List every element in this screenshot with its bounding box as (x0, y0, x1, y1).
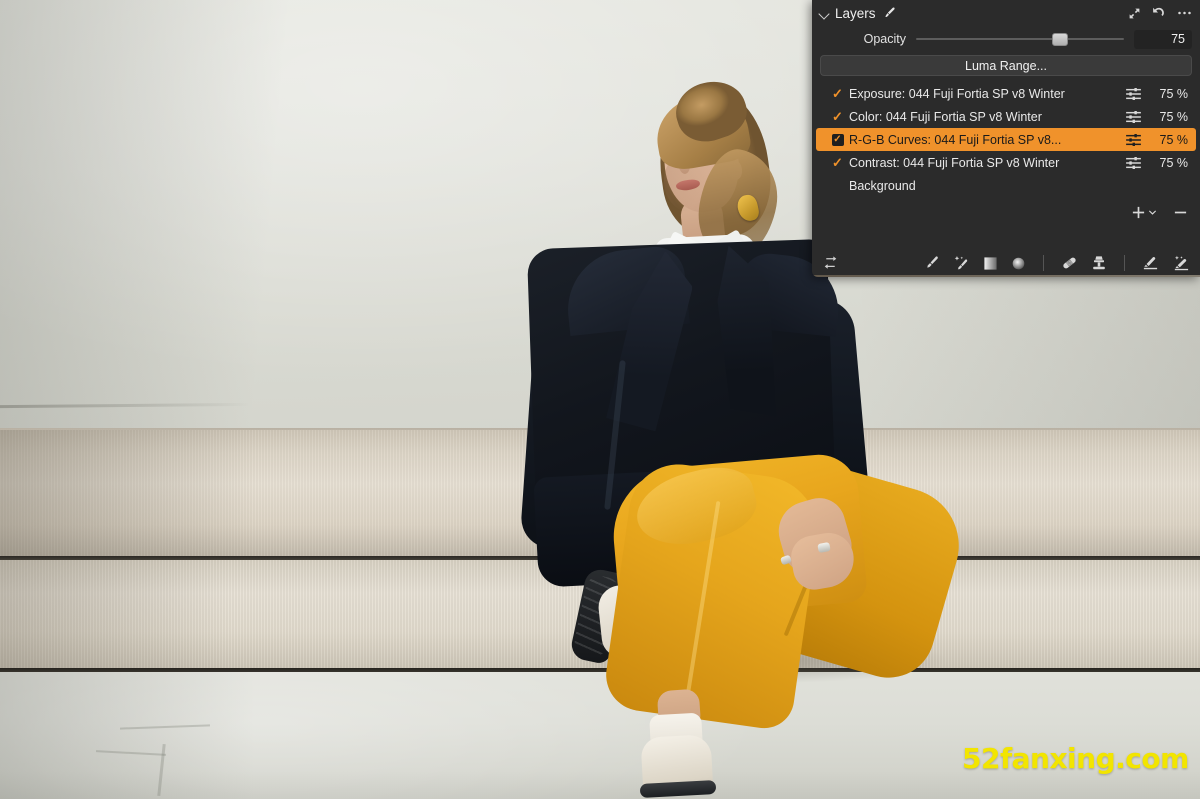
sliders-icon[interactable] (1122, 110, 1144, 123)
clone-stamp-icon[interactable] (1091, 255, 1107, 271)
layer-row[interactable]: ✓ Contrast: 044 Fuji Fortia SP v8 Winter… (816, 151, 1196, 174)
radial-gradient-icon[interactable] (1011, 256, 1026, 271)
opacity-slider-handle[interactable] (1051, 33, 1068, 46)
spot-heal-icon[interactable] (1061, 255, 1078, 271)
checkmark-icon: ✓ (832, 155, 843, 170)
screenshot-root: 52fanxing.com Layers Opacity 75 Luma Ran… (0, 0, 1200, 799)
remove-layer-button[interactable] (1173, 205, 1188, 220)
luma-range-button[interactable]: Luma Range... (820, 55, 1192, 76)
tool-divider (1043, 255, 1044, 271)
opacity-slider-track (916, 38, 1124, 40)
minus-icon (1174, 211, 1187, 213)
layer-opacity: 75 % (1159, 155, 1189, 170)
layer-row-selected[interactable]: ✓ R-G-B Curves: 044 Fuji Fortia SP v8...… (816, 128, 1196, 151)
brush-icon[interactable] (924, 255, 940, 271)
linear-gradient-icon[interactable] (983, 256, 998, 271)
sliders-icon[interactable] (1122, 87, 1144, 100)
tool-divider (1124, 255, 1125, 271)
layer-add-remove-row (812, 201, 1200, 223)
opacity-value-field[interactable]: 75 (1134, 29, 1192, 49)
tool-group-left (822, 255, 839, 271)
layer-visibility-checkbox[interactable]: ✓ (830, 133, 845, 146)
magic-eraser-icon[interactable] (1172, 255, 1190, 271)
eraser-icon[interactable] (1142, 255, 1159, 271)
chevron-down-icon (1148, 209, 1157, 215)
layer-opacity: 75 % (1159, 132, 1189, 147)
plus-icon (1132, 206, 1145, 218)
opacity-row: Opacity 75 (812, 26, 1200, 52)
expand-arrows-icon[interactable] (1128, 7, 1141, 20)
sliders-icon[interactable] (1122, 156, 1144, 169)
transfer-arrows-icon[interactable] (822, 255, 839, 271)
checkmark-icon: ✓ (832, 109, 843, 124)
layer-visibility-checkbox[interactable]: ✓ (830, 110, 845, 123)
checkmark-icon: ✓ (832, 86, 843, 101)
sliders-icon[interactable] (1122, 133, 1144, 146)
watermark: 52fanxing.com (962, 742, 1189, 775)
layer-name: Color: 044 Fuji Fortia SP v8 Winter (849, 109, 1042, 124)
layer-row[interactable]: ✓ Exposure: 044 Fuji Fortia SP v8 Winter… (816, 82, 1196, 105)
reset-arrow-icon[interactable] (1152, 6, 1166, 20)
layer-name: R-G-B Curves: 044 Fuji Fortia SP v8... (849, 132, 1062, 147)
couch-seat-shadow (0, 560, 260, 670)
page-title: Layers (835, 5, 876, 21)
layer-name: Background (849, 178, 916, 193)
plinth-shadow (0, 672, 300, 799)
layers-panel-header: Layers (812, 0, 1200, 26)
layer-visibility-checkbox[interactable]: ✓ (830, 87, 845, 100)
add-layer-button[interactable] (1131, 205, 1157, 220)
layer-visibility-checkbox[interactable]: ✓ (830, 156, 845, 169)
checkbox-checked-icon: ✓ (831, 133, 844, 146)
opacity-label: Opacity (863, 32, 906, 46)
panel-header-actions (1128, 6, 1192, 20)
layers-panel: Layers Opacity 75 Luma Range... ✓ Exposu… (812, 0, 1200, 277)
layer-opacity: 75 % (1159, 109, 1189, 124)
opacity-slider[interactable] (916, 30, 1124, 48)
wall-shadow-left (0, 0, 330, 470)
layer-tool-row (812, 249, 1200, 277)
tool-group-right (924, 255, 1190, 271)
chevron-down-icon[interactable] (818, 7, 831, 20)
magic-brush-icon[interactable] (953, 255, 970, 271)
layer-row-background[interactable]: Background (816, 174, 1196, 197)
couch-bolster-shadow (0, 430, 300, 558)
panel-bottom-edge (812, 275, 1200, 277)
layer-name: Exposure: 044 Fuji Fortia SP v8 Winter (849, 86, 1065, 101)
layer-list: ✓ Exposure: 044 Fuji Fortia SP v8 Winter… (812, 82, 1200, 197)
layer-name: Contrast: 044 Fuji Fortia SP v8 Winter (849, 155, 1060, 170)
brush-icon[interactable] (883, 6, 897, 20)
layer-row[interactable]: ✓ Color: 044 Fuji Fortia SP v8 Winter 75… (816, 105, 1196, 128)
layer-opacity: 75 % (1159, 86, 1189, 101)
more-options-icon[interactable] (1177, 10, 1192, 16)
